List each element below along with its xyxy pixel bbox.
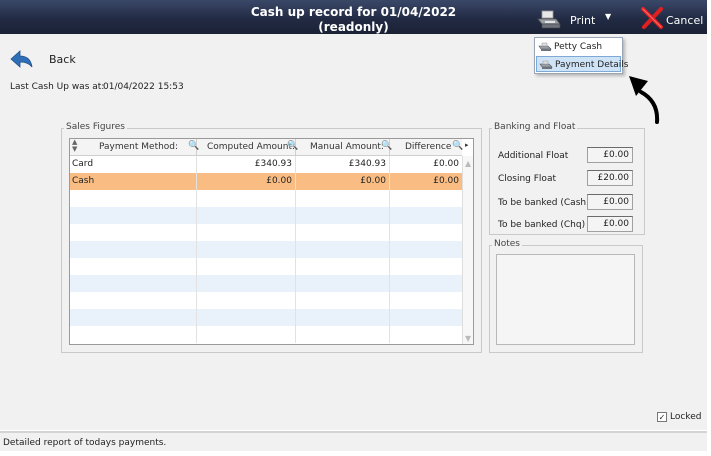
grid-header: ▲ ▼ Payment Method: 🔍 Computed Amount: 🔍 … — [70, 139, 463, 156]
empty-row — [70, 224, 462, 241]
print-dropdown-menu: Petty Cash Payment Details — [534, 37, 628, 74]
sales-figures-grid[interactable]: ▲ ▼ Payment Method: 🔍 Computed Amount: 🔍 … — [69, 138, 474, 345]
banked-cheque-value: £0.00 — [587, 216, 633, 232]
locked-label: Locked — [670, 412, 702, 422]
sort-icon[interactable]: ▲ ▼ — [72, 139, 77, 153]
empty-row — [70, 207, 462, 224]
checkbox-check-icon[interactable]: ✓ — [657, 412, 667, 422]
menu-item-payment-details[interactable]: Payment Details — [536, 56, 628, 73]
empty-row — [70, 326, 462, 343]
closing-float-field: Closing Float £20.00 — [498, 170, 636, 186]
back-button[interactable]: Back — [9, 50, 79, 70]
last-cash-up-value: 01/04/2022 15:53 — [103, 82, 184, 92]
chevron-down-icon[interactable]: ▼ — [605, 12, 611, 21]
banked-cheque-field: To be banked (Chq) £0.00 — [498, 216, 636, 232]
close-icon — [640, 6, 664, 33]
title-bar: Cash up record for 01/04/2022 (readonly)… — [0, 0, 707, 34]
column-header-difference[interactable]: Difference 🔍 — [390, 139, 463, 156]
filter-search-icon[interactable]: 🔍 — [452, 141, 463, 151]
window-edge — [707, 0, 711, 456]
status-text: Detailed report of todays payments. — [3, 438, 167, 448]
printer-icon — [539, 60, 553, 73]
window-edge-bottom — [0, 451, 711, 456]
printer-icon — [536, 9, 562, 34]
empty-row — [70, 241, 462, 258]
cancel-button-label: Cancel — [666, 14, 704, 27]
last-cash-up: Last Cash Up was at: 01/04/2022 15:53 — [10, 82, 184, 92]
banked-cash-field: To be banked (Cash) £0.00 — [498, 194, 636, 210]
scroll-up-icon[interactable]: ▲ — [465, 159, 471, 168]
notes-textarea[interactable] — [496, 254, 635, 345]
cancel-button[interactable]: Cancel — [640, 6, 704, 32]
sales-figures-title: Sales Figures — [64, 122, 127, 132]
additional-float-value: £0.00 — [587, 147, 633, 163]
banked-cash-value: £0.00 — [587, 194, 633, 210]
empty-row — [70, 292, 462, 309]
annotation-arrow-icon — [624, 72, 664, 127]
column-header-manual-amount[interactable]: Manual Amount: 🔍 — [296, 139, 392, 156]
additional-float-field: Additional Float £0.00 — [498, 147, 636, 163]
notes-title: Notes — [492, 239, 522, 249]
table-row-selected[interactable]: Cash £0.00 £0.00 £0.00 — [70, 173, 462, 190]
empty-row — [70, 275, 462, 292]
table-row[interactable]: Card £340.93 £340.93 £0.00 — [70, 156, 462, 173]
vertical-scrollbar[interactable]: ▲ ▼ — [462, 156, 473, 344]
print-button[interactable]: Print ▼ — [536, 9, 622, 31]
closing-float-value: £20.00 — [587, 170, 633, 186]
empty-row — [70, 258, 462, 275]
column-header-payment-method[interactable]: ▲ ▼ Payment Method: 🔍 — [70, 139, 199, 156]
last-cash-up-label: Last Cash Up was at: — [10, 82, 105, 92]
empty-row — [70, 309, 462, 326]
back-arrow-icon — [9, 50, 35, 73]
print-button-label: Print — [570, 14, 596, 27]
back-button-label: Back — [49, 53, 76, 66]
scroll-down-icon[interactable]: ▼ — [465, 334, 471, 343]
status-bar: Detailed report of todays payments. — [0, 431, 707, 451]
printer-icon — [538, 42, 552, 55]
empty-row — [70, 190, 462, 207]
banking-float-title: Banking and Float — [492, 122, 578, 132]
menu-item-petty-cash[interactable]: Petty Cash — [536, 39, 621, 55]
column-header-computed-amount[interactable]: Computed Amount: 🔍 — [197, 139, 298, 156]
column-chooser-icon[interactable]: ▸ — [465, 141, 469, 149]
